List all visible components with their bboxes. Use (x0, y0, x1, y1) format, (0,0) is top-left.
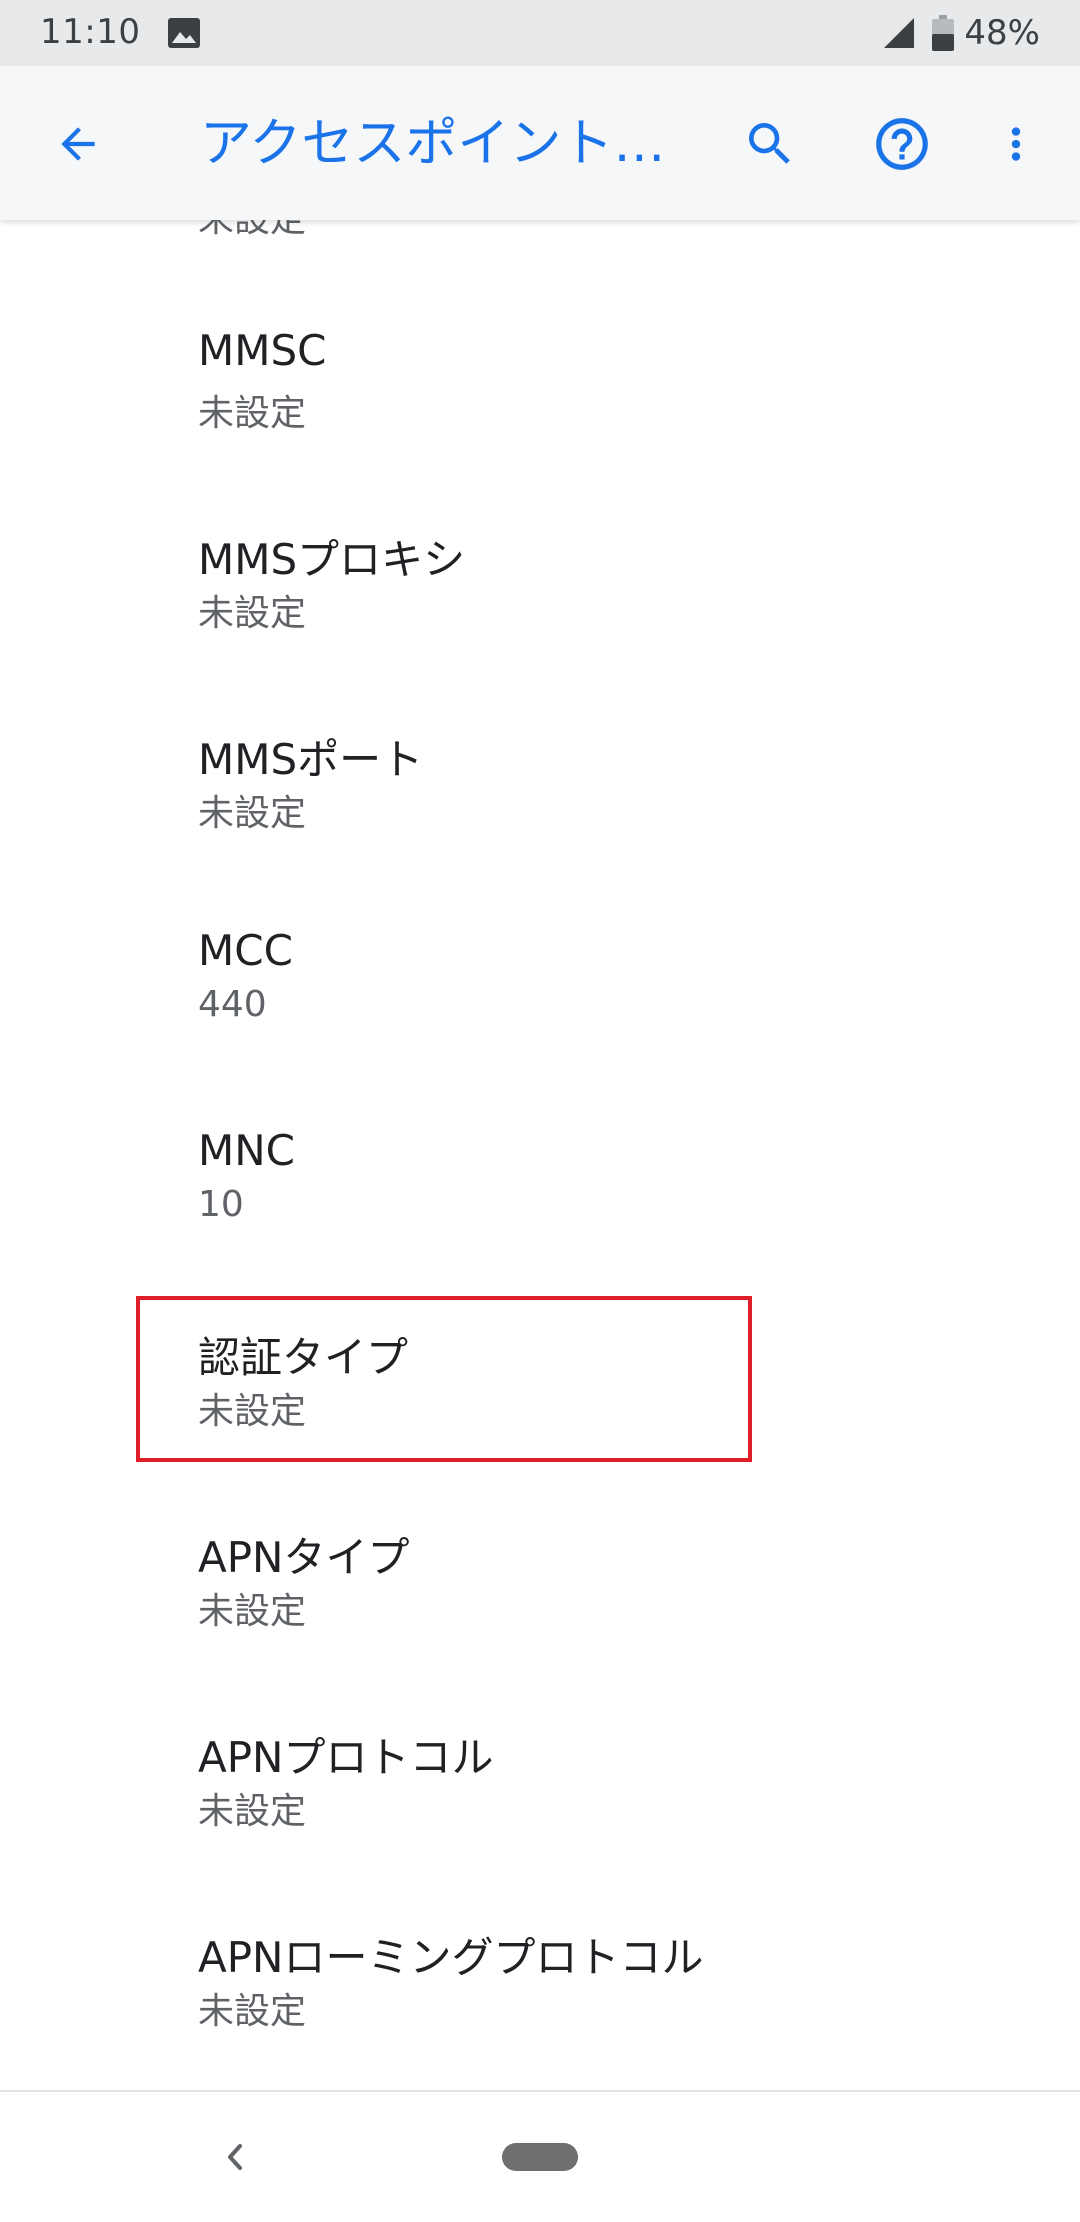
more-vert-icon (1011, 127, 1021, 161)
pref-item-apn-type[interactable]: APNタイプ 未設定 (0, 1524, 1080, 1724)
pref-item-mnc[interactable]: MNC 10 (0, 1126, 1080, 1326)
pref-title: MNC (198, 1126, 295, 1175)
pref-summary: 10 (198, 1184, 244, 1225)
battery-percentage: 48% (964, 13, 1040, 53)
pref-summary: 未設定 (198, 1991, 307, 2032)
app-bar: アクセスポイント… (0, 66, 1080, 220)
search-icon (749, 123, 790, 164)
pref-item-apn-roaming-protocol[interactable]: APNローミングプロトコル 未設定 (0, 1924, 1080, 2090)
pref-title: APNプロトコル (198, 1733, 494, 1782)
pref-item-mms-port[interactable]: MMSポート 未設定 (0, 726, 1080, 926)
nav-back-button[interactable] (210, 2132, 260, 2182)
arrow-back-icon (61, 127, 95, 161)
back-button[interactable] (40, 106, 116, 182)
pref-summary: 未設定 (198, 1391, 307, 1432)
pref-item-mms-proxy[interactable]: MMSプロキシ 未設定 (0, 526, 1080, 726)
system-nav-bar (0, 2090, 1080, 2222)
pref-title: 認証タイプ (198, 1333, 409, 1382)
pref-title: MMSポート (198, 735, 424, 784)
pref-title: MMSC (198, 326, 327, 375)
pref-item-mcc[interactable]: MCC 440 (0, 926, 1080, 1126)
pref-summary: 未設定 (198, 1591, 307, 1632)
battery-icon (932, 15, 955, 51)
pref-title: APNタイプ (198, 1533, 410, 1582)
cell-signal-icon (882, 16, 916, 50)
pref-summary: 440 (198, 984, 267, 1025)
page-title: アクセスポイント… (200, 114, 666, 174)
apn-settings-list: 未設定 MMSC 未設定 MMSプロキシ 未設定 MMSポート 未設定 MCC … (0, 220, 1080, 2090)
status-time: 11:10 (40, 12, 141, 52)
image-icon (168, 18, 200, 48)
help-icon (876, 118, 928, 170)
nav-back-icon (228, 2144, 242, 2170)
pref-summary: 未設定 (198, 393, 307, 434)
pref-summary: 未設定 (198, 1791, 307, 1832)
status-bar: 11:10 48% (0, 0, 1080, 66)
pref-summary: 未設定 (198, 793, 307, 834)
status-indicators: 48% (882, 10, 1040, 56)
pref-item-mmsc[interactable]: MMSC 未設定 (0, 326, 1080, 526)
more-options-button[interactable] (986, 106, 1046, 182)
pref-summary: 未設定 (198, 593, 307, 634)
partial-item-summary: 未設定 (198, 220, 306, 242)
pref-title: APNローミングプロトコル (198, 1933, 704, 1982)
nav-home-pill-icon[interactable] (502, 2143, 578, 2171)
pref-title: MMSプロキシ (198, 535, 466, 584)
pref-title: MCC (198, 926, 293, 975)
pref-item-apn-protocol[interactable]: APNプロトコル 未設定 (0, 1724, 1080, 1924)
search-button[interactable] (732, 106, 808, 182)
help-button[interactable] (864, 106, 940, 182)
pref-item-auth-type[interactable]: 認証タイプ 未設定 (0, 1324, 1080, 1524)
